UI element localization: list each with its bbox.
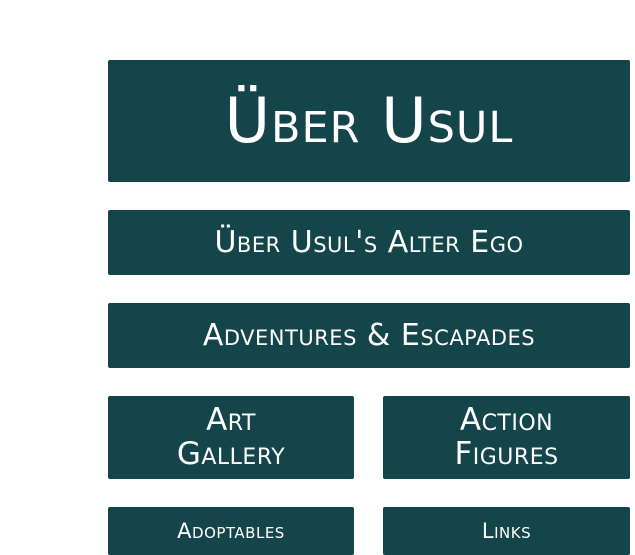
adventures-label: Adventures & Escapades — [202, 317, 536, 353]
alter-ego-label: Über Usul's Alter Ego — [214, 224, 524, 260]
action-figures-label: Action Figures — [454, 402, 559, 472]
links-label: Links — [481, 518, 532, 543]
adventures-button[interactable]: Adventures & Escapades — [108, 303, 630, 368]
links-button[interactable]: Links — [383, 507, 630, 555]
alter-ego-button[interactable]: Über Usul's Alter Ego — [108, 210, 630, 275]
adoptables-button[interactable]: Adoptables — [108, 507, 354, 555]
action-figures-label-line2: Figures — [454, 435, 559, 472]
action-figures-label-line1: Action — [459, 402, 554, 439]
adoptables-label: Adoptables — [177, 518, 285, 543]
action-figures-button[interactable]: Action Figures — [383, 396, 630, 479]
art-gallery-label-line1: Art — [206, 402, 256, 439]
site-title: Über Usul — [224, 84, 514, 158]
art-gallery-label-line2: Gallery — [176, 435, 286, 472]
art-gallery-label: Art Gallery — [176, 402, 286, 472]
site-title-banner[interactable]: Über Usul — [108, 60, 630, 182]
art-gallery-button[interactable]: Art Gallery — [108, 396, 354, 479]
